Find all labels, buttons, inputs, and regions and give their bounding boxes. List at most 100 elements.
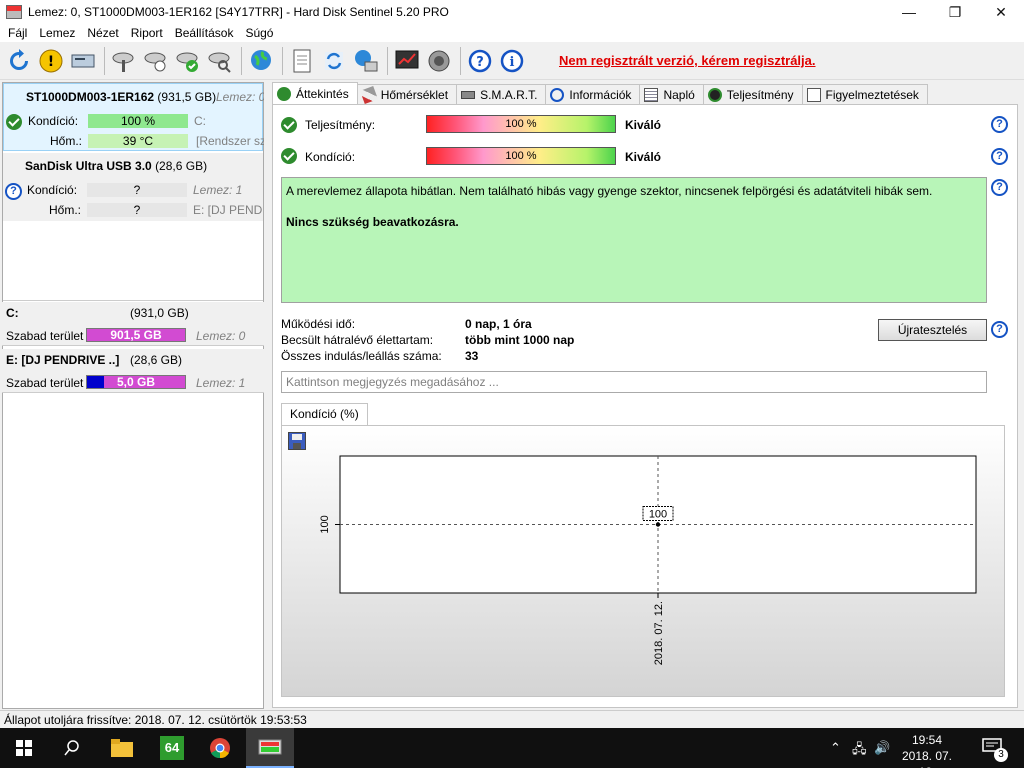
tab-alerts[interactable]: Figyelmeztetések (801, 84, 928, 104)
tab-information[interactable]: Információk (545, 84, 641, 104)
app-icon (6, 5, 22, 19)
show-hidden-icons[interactable]: ⌃ (830, 740, 841, 756)
free-space-value: 901,5 GB (110, 328, 162, 342)
refresh-icon[interactable] (4, 46, 34, 76)
menu-settings[interactable]: Beállítások (169, 26, 240, 40)
menu-view[interactable]: Nézet (81, 26, 124, 40)
help-icon[interactable]: ? (991, 148, 1008, 165)
disk-card-1[interactable]: SanDisk Ultra USB 3.0 (28,6 GB) ? Kondíc… (3, 153, 263, 301)
tab-overview[interactable]: Áttekintés (272, 82, 358, 104)
lifetime-label: Becsült hátralévő élettartam: (281, 333, 434, 347)
maximize-button[interactable]: ❐ (932, 0, 978, 24)
search-icon (64, 740, 79, 756)
performance-bar: 100 % (426, 115, 616, 133)
check-icon (277, 86, 291, 101)
power-on-label: Működési idő: (281, 317, 356, 331)
help-icon[interactable]: ? (991, 116, 1008, 133)
tab-temperature[interactable]: Hőmérséklet (356, 84, 458, 104)
globe-icon[interactable] (246, 46, 276, 76)
temperature-bar: ? (87, 203, 187, 217)
starts-value: 33 (465, 349, 479, 363)
menu-disk[interactable]: Lemez (33, 26, 81, 40)
volume-disk-index: Lemez: 1 (196, 376, 246, 390)
tab-log[interactable]: Napló (639, 84, 704, 104)
report-icon[interactable] (287, 46, 317, 76)
disk-info-icon[interactable] (68, 46, 98, 76)
free-space-value: 5,0 GB (116, 375, 155, 389)
help-icon[interactable]: ? (465, 46, 495, 76)
tab-smart[interactable]: S.M.A.R.T. (456, 84, 547, 104)
menu-help[interactable]: Súgó (239, 26, 279, 40)
starts-label: Összes indulás/leállás száma: (281, 349, 442, 363)
x-tick-label: 2018. 07. 12. (653, 601, 665, 665)
log-icon (644, 87, 659, 102)
chrome-icon (210, 738, 230, 759)
registration-link[interactable]: Nem regisztrált verzió, kérem regisztrál… (559, 53, 816, 68)
disk-partition-label: C: (194, 114, 206, 128)
about-icon[interactable]: i (497, 46, 527, 76)
search-button[interactable] (48, 728, 96, 768)
toolbar-separator (460, 46, 461, 75)
help-icon[interactable]: ? (991, 179, 1008, 196)
chart-icon[interactable] (392, 46, 422, 76)
disk-surface-icon[interactable] (141, 46, 171, 76)
hard-disk-sentinel-button[interactable] (246, 728, 294, 768)
volume-icon[interactable]: 🔊 (874, 740, 890, 756)
warning-icon[interactable]: ! (36, 46, 66, 76)
status-action: Nincs szükség beavatkozásra. (286, 215, 459, 229)
menu-file[interactable]: Fájl (2, 26, 33, 40)
toolbar: ! ? i Nem regisztrált verzió, kérem regi… (0, 42, 1024, 80)
free-space-bar: 901,5 GB (86, 328, 186, 342)
volume-card-c[interactable]: C: (931,0 GB) Szabad terület 901,5 GB Le… (2, 302, 264, 346)
minimize-button[interactable]: — (886, 0, 932, 24)
tab-label: Napló (663, 87, 695, 102)
taskbar: 64 ⌃ 🖧 🔊 19:54 2018. 07. 12. 3 (0, 728, 1024, 768)
tab-label: Hőmérséklet (380, 87, 449, 102)
menu-report[interactable]: Riport (125, 26, 169, 40)
health-label: Kondíció: (28, 114, 79, 128)
disk-card-0[interactable]: ST1000DM003-1ER162 (931,5 GB) Lemez: 0 K… (3, 83, 264, 151)
windows-icon (16, 740, 32, 756)
tab-label: S.M.A.R.T. (480, 87, 538, 102)
unknown-status-icon: ? (5, 183, 22, 200)
retest-button[interactable]: Újratesztelés (878, 319, 987, 341)
disk-name: SanDisk Ultra USB 3.0 (28,6 GB) (25, 159, 208, 173)
disk-check-icon[interactable] (173, 46, 203, 76)
svg-text:!: ! (48, 54, 54, 70)
note-input[interactable]: Kattintson megjegyzés megadásához ... (281, 371, 987, 393)
start-button[interactable] (0, 728, 48, 768)
thermometer-icon (359, 85, 378, 104)
health-chart: 100 100 2018. 07. 12. (319, 455, 977, 665)
sync-icon[interactable] (319, 46, 349, 76)
network-icon[interactable] (351, 46, 381, 76)
health-bar: ? (87, 183, 187, 197)
sound-icon[interactable] (424, 46, 454, 76)
health-bar: 100 % (426, 147, 616, 165)
disk-list-panel: ST1000DM003-1ER162 (931,5 GB) Lemez: 0 K… (2, 82, 264, 709)
lifetime-value: több mint 1000 nap (465, 333, 575, 347)
power-on-value: 0 nap, 1 óra (465, 317, 532, 331)
svg-text:?: ? (476, 55, 484, 70)
disk-icon (461, 90, 476, 99)
title-bar: Lemez: 0, ST1000DM003-1ER162 [S4Y17TRR] … (0, 0, 1024, 24)
notification-center-button[interactable]: 3 (978, 734, 1010, 762)
chart-tab-health[interactable]: Kondíció (%) (281, 403, 368, 425)
help-icon[interactable]: ? (991, 321, 1008, 338)
gauge-icon (707, 87, 722, 102)
tab-performance[interactable]: Teljesítmény (702, 84, 803, 104)
status-description: A merevlemez állapota hibátlan. Nem talá… (281, 177, 987, 303)
free-space-bar: 5,0 GB (86, 375, 186, 389)
disk-search-icon[interactable] (205, 46, 235, 76)
volume-disk-index: Lemez: 0 (196, 329, 246, 343)
document-icon (806, 87, 821, 102)
chrome-button[interactable] (196, 728, 244, 768)
file-explorer-button[interactable] (98, 728, 146, 768)
disk-test-icon[interactable] (109, 46, 139, 76)
close-button[interactable]: ✕ (978, 0, 1024, 24)
network-icon[interactable]: 🖧 (852, 740, 867, 762)
aida64-button[interactable]: 64 (148, 728, 196, 768)
system-clock[interactable]: 19:54 2018. 07. 12. (894, 732, 960, 768)
disk-name: ST1000DM003-1ER162 (931,5 GB) (26, 90, 217, 104)
volume-card-e[interactable]: E: [DJ PENDRIVE ..] (28,6 GB) Szabad ter… (2, 349, 264, 393)
toolbar-separator (387, 46, 388, 75)
